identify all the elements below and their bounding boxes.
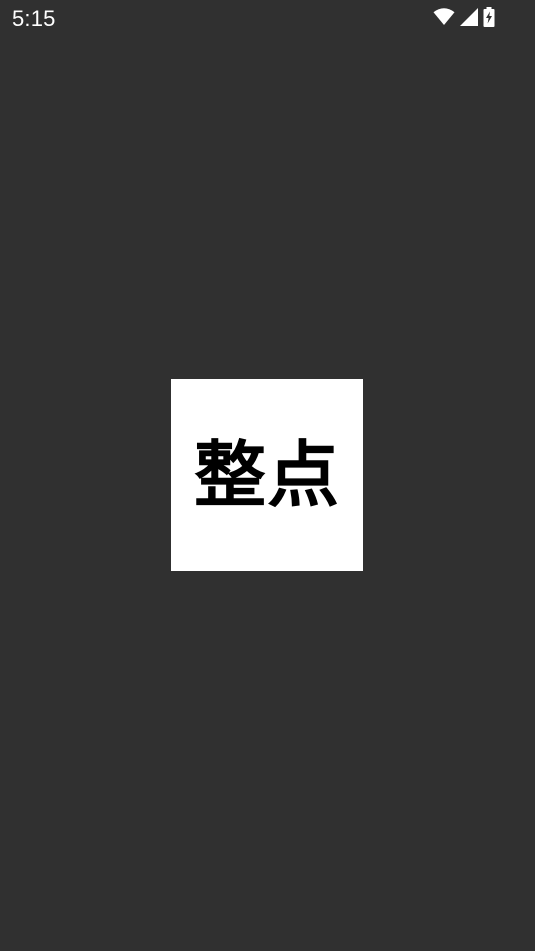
splash-screen: 5:15 整点 bbox=[0, 0, 535, 951]
app-logo-text: 整点 bbox=[193, 433, 340, 517]
wifi-icon bbox=[433, 8, 455, 26]
status-icons bbox=[433, 6, 495, 28]
status-bar: 5:15 bbox=[0, 0, 535, 38]
battery-charging-icon bbox=[483, 7, 495, 27]
status-time: 5:15 bbox=[12, 6, 56, 31]
app-logo: 整点 bbox=[171, 379, 363, 571]
cellular-signal-icon bbox=[459, 7, 479, 27]
